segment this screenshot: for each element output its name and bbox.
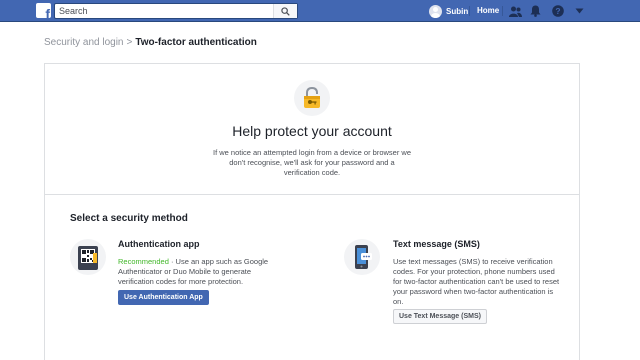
friend-requests-icon[interactable]	[508, 4, 522, 18]
lock-icon	[294, 80, 330, 116]
hero-description: If we notice an attempted login from a d…	[212, 148, 411, 177]
page-title: Two-factor authentication	[135, 37, 257, 48]
search-box	[54, 3, 298, 19]
qr-phone-icon	[70, 239, 106, 275]
recommended-label: Recommended	[118, 257, 169, 266]
nav-divider	[502, 6, 503, 16]
sms-phone-icon	[344, 239, 380, 275]
nav-divider	[469, 6, 470, 16]
search-icon	[281, 6, 290, 16]
search-input[interactable]	[55, 4, 275, 18]
profile-link[interactable]: Subin	[429, 4, 468, 18]
user-name: Subin	[446, 6, 469, 16]
sms-title: Text message (SMS)	[393, 239, 480, 249]
sms-description: Use text messages (SMS) to receive verif…	[393, 257, 560, 306]
breadcrumb-separator: >	[126, 37, 133, 48]
use-text-message-button[interactable]: Use Text Message (SMS)	[393, 309, 487, 324]
notifications-icon[interactable]	[528, 4, 542, 18]
breadcrumb-security-login[interactable]: Security and login	[44, 37, 124, 48]
two-factor-card: Help protect your account If we notice a…	[44, 63, 580, 360]
section-title: Select a security method	[70, 213, 188, 224]
avatar	[429, 4, 442, 18]
breadcrumb: Security and login > Two-factor authentica…	[44, 37, 257, 48]
auth-app-title: Authentication app	[118, 239, 200, 249]
divider	[45, 194, 579, 195]
help-icon[interactable]: ?	[551, 4, 565, 18]
auth-app-description: Recommended · Use an app such as Google …	[118, 257, 269, 286]
top-navigation-bar: f Subin Home ?	[0, 0, 640, 22]
home-link[interactable]: Home	[477, 6, 499, 15]
hero-title: Help protect your account	[232, 123, 392, 139]
svg-text:?: ?	[555, 6, 560, 16]
use-authentication-app-button[interactable]: Use Authentication App	[118, 290, 209, 305]
account-menu-icon[interactable]	[572, 4, 586, 18]
search-button[interactable]	[273, 4, 297, 18]
facebook-logo[interactable]: f	[36, 3, 51, 18]
